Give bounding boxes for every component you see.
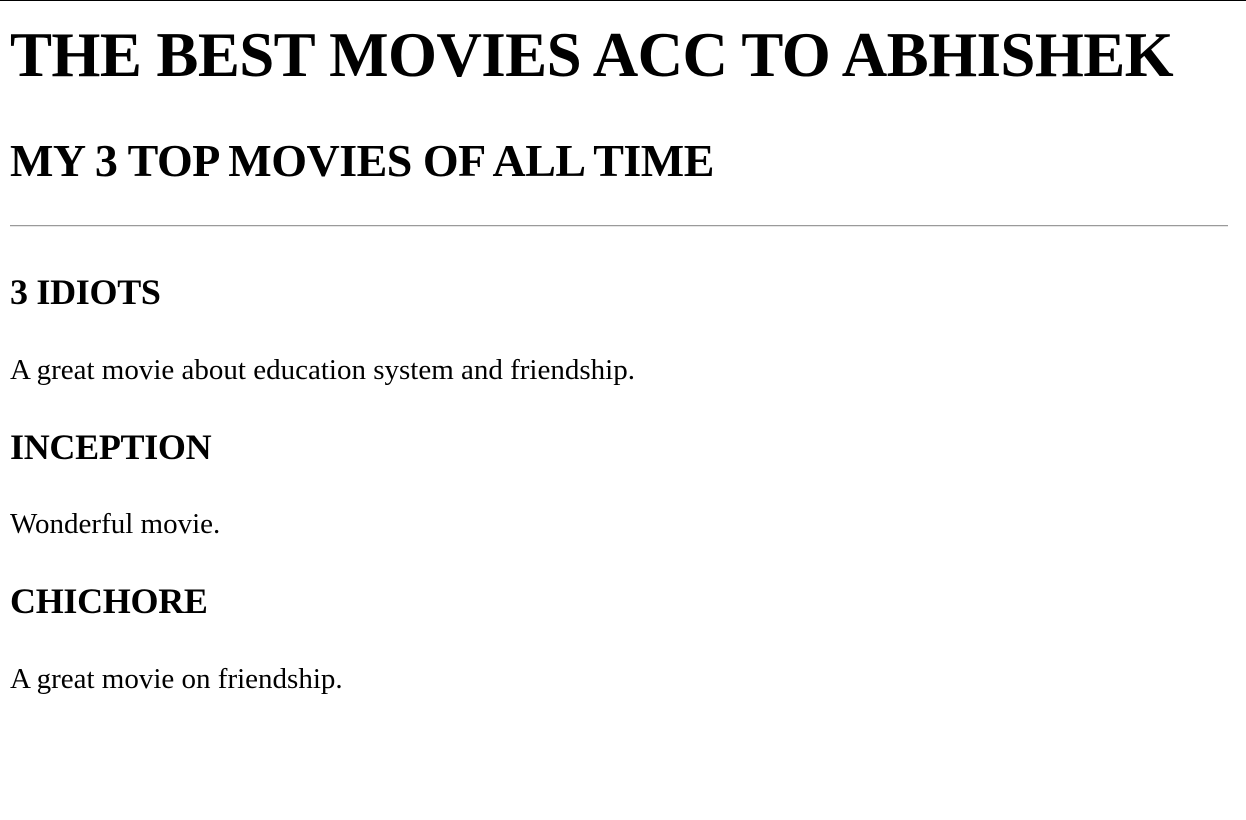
movie-title-chichore: CHICHORE [10, 581, 208, 621]
section-divider [10, 225, 1228, 227]
movie-title-3-idiots: 3 IDIOTS [10, 272, 161, 312]
page-title: THE BEST MOVIES ACC TO ABHISHEK [10, 20, 1174, 90]
movie-title-inception: INCEPTION [10, 427, 212, 467]
movie-description-inception: Wonderful movie. [10, 508, 221, 540]
movie-description-3-idiots: A great movie about education system and… [10, 354, 635, 386]
top-border-line [0, 0, 1246, 1]
page-subtitle: MY 3 TOP MOVIES OF ALL TIME [10, 135, 714, 186]
movie-description-chichore: A great movie on friendship. [10, 663, 343, 695]
